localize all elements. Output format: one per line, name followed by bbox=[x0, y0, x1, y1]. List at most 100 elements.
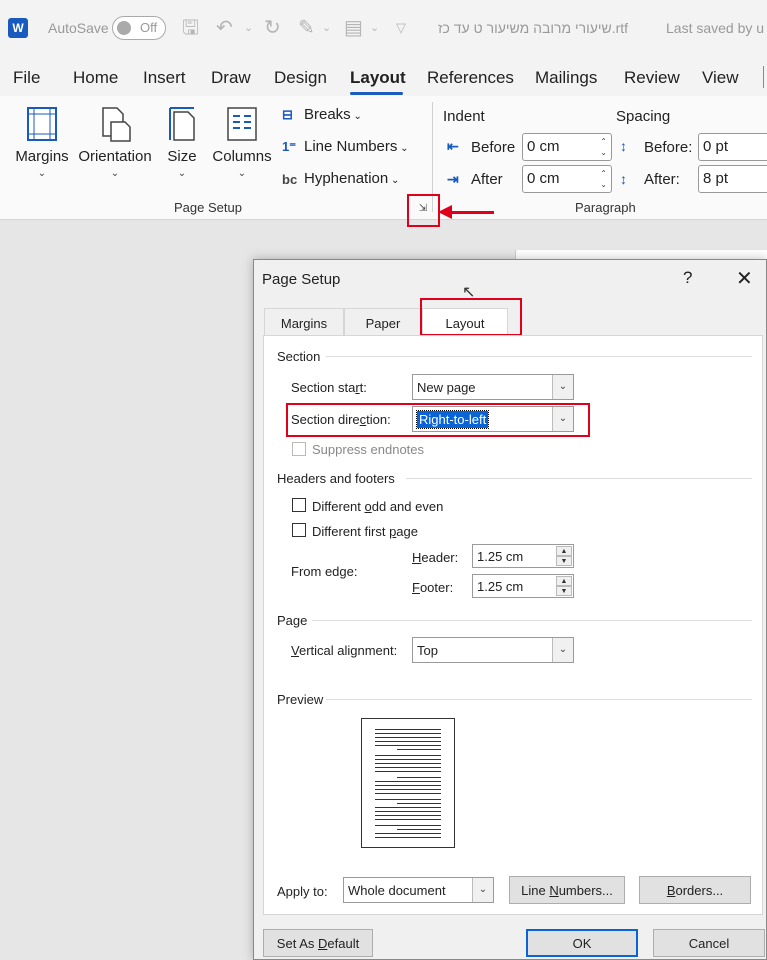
spin-up-icon[interactable]: ⌃ bbox=[600, 137, 607, 146]
help-icon[interactable]: ? bbox=[683, 268, 692, 288]
preview-line bbox=[375, 745, 441, 746]
orientation-icon bbox=[102, 107, 131, 142]
chevron-down-icon[interactable]: ⌄ bbox=[552, 638, 573, 662]
spin-down-icon[interactable]: ▼ bbox=[556, 556, 572, 566]
columns-button[interactable]: Columns ⌄ bbox=[212, 96, 272, 191]
undo-dropdown-icon[interactable]: ⌄ bbox=[244, 14, 253, 42]
indent-before-value: 0 cm bbox=[527, 138, 560, 155]
page-divider bbox=[312, 620, 752, 621]
word-logo-icon: W bbox=[8, 18, 28, 38]
redo-icon[interactable]: ↻ bbox=[264, 14, 281, 42]
size-icon bbox=[169, 107, 195, 141]
section-start-select[interactable]: New page ⌄ bbox=[412, 374, 574, 400]
preview-line bbox=[397, 803, 441, 804]
touch-dropdown-icon[interactable]: ⌄ bbox=[370, 14, 379, 42]
preview-line bbox=[375, 833, 441, 834]
preview-page bbox=[361, 718, 455, 848]
footer-distance-input[interactable]: 1.25 cm ▲ ▼ bbox=[472, 574, 574, 598]
preview-line bbox=[375, 785, 441, 786]
autosave-toggle[interactable]: Off bbox=[112, 16, 166, 40]
spacing-before-value: 0 pt bbox=[703, 138, 729, 155]
vertical-alignment-value: Top bbox=[417, 643, 438, 658]
line-numbers-button[interactable]: 1⁼ Line Numbers ⌄ bbox=[282, 138, 409, 162]
indent-after-icon: ⇥ bbox=[447, 171, 459, 187]
vertical-alignment-select[interactable]: Top ⌄ bbox=[412, 637, 574, 663]
spacing-before-label: Before: bbox=[644, 139, 693, 156]
indent-after-value: 0 cm bbox=[527, 170, 560, 187]
indent-after-input[interactable]: 0 cm ⌃ ⌄ bbox=[522, 165, 612, 193]
apply-to-select[interactable]: Whole document ⌄ bbox=[343, 877, 494, 903]
tab-view[interactable]: View bbox=[702, 68, 739, 88]
tab-layout[interactable]: Layout bbox=[350, 68, 406, 88]
format-dropdown-icon[interactable]: ⌄ bbox=[322, 14, 331, 42]
toggle-knob bbox=[117, 21, 131, 35]
format-painter-icon[interactable]: ✎ bbox=[298, 14, 315, 42]
spacing-before-input[interactable]: 0 pt bbox=[698, 133, 767, 161]
tab-design[interactable]: Design bbox=[274, 68, 327, 88]
spacing-after-input[interactable]: 8 pt bbox=[698, 165, 767, 193]
chevron-down-icon[interactable]: ⌄ bbox=[552, 375, 573, 399]
spin-down-icon[interactable]: ▼ bbox=[556, 586, 572, 596]
odd-even-checkbox[interactable] bbox=[292, 498, 306, 512]
preview-line bbox=[397, 749, 441, 750]
spin-down-icon[interactable]: ⌄ bbox=[600, 180, 607, 189]
preview-line bbox=[397, 777, 441, 778]
orientation-button[interactable]: Orientation ⌄ bbox=[76, 96, 154, 191]
spacing-title: Spacing bbox=[616, 108, 671, 125]
preview-line bbox=[375, 825, 441, 826]
headers-footers-divider bbox=[406, 478, 752, 479]
preview-line bbox=[375, 763, 441, 764]
chevron-down-icon[interactable]: ⌄ bbox=[472, 878, 493, 902]
preview-line bbox=[375, 837, 441, 838]
tab-draw[interactable]: Draw bbox=[211, 68, 251, 88]
chevron-down-icon: ⌄ bbox=[177, 168, 187, 179]
borders-button[interactable]: Borders... bbox=[639, 876, 751, 904]
preview-line bbox=[375, 811, 441, 812]
tab-file[interactable]: File bbox=[13, 68, 40, 88]
header-distance-input[interactable]: 1.25 cm ▲ ▼ bbox=[472, 544, 574, 568]
preview-line bbox=[375, 733, 441, 734]
close-icon[interactable]: ✕ bbox=[736, 266, 753, 291]
ok-button[interactable]: OK bbox=[526, 929, 638, 957]
ribbon: Margins ⌄ Orientation ⌄ Size ⌄ Columns ⌄… bbox=[0, 96, 767, 220]
save-icon[interactable]: 🖫 bbox=[182, 14, 199, 42]
tab-mailings[interactable]: Mailings bbox=[535, 68, 597, 88]
header-label: Header: bbox=[412, 550, 459, 565]
line-numbers-label: Line Numbers bbox=[304, 138, 398, 155]
preview-line bbox=[375, 729, 441, 730]
headers-footers-heading: Headers and footers bbox=[277, 471, 395, 486]
tab-insert[interactable]: Insert bbox=[143, 68, 186, 88]
tab-review[interactable]: Review bbox=[624, 68, 680, 88]
layout-panel: Section Section start: New page ⌄ Sectio… bbox=[263, 335, 763, 915]
dialog-tab-paper[interactable]: Paper bbox=[344, 308, 422, 336]
cancel-button[interactable]: Cancel bbox=[653, 929, 765, 957]
margins-label: Margins bbox=[15, 148, 69, 165]
margins-button[interactable]: Margins ⌄ bbox=[12, 96, 72, 191]
size-label: Size bbox=[167, 148, 197, 165]
size-button[interactable]: Size ⌄ bbox=[160, 96, 204, 191]
section-divider bbox=[326, 356, 752, 357]
indent-after-label: After bbox=[471, 171, 503, 188]
line-numbers-dialog-button[interactable]: Line Numbers... bbox=[509, 876, 625, 904]
first-page-checkbox[interactable] bbox=[292, 523, 306, 537]
section-heading: Section bbox=[277, 349, 321, 364]
spin-down-icon[interactable]: ⌄ bbox=[600, 148, 607, 157]
customize-icon[interactable]: ▽ bbox=[396, 14, 406, 42]
suppress-endnotes-checkbox[interactable] bbox=[292, 442, 306, 456]
header-distance-value: 1.25 cm bbox=[477, 549, 524, 564]
spin-up-icon[interactable]: ▲ bbox=[556, 546, 572, 556]
active-tab-indicator bbox=[350, 92, 403, 95]
indent-before-input[interactable]: 0 cm ⌃ ⌄ bbox=[522, 133, 612, 161]
tab-references[interactable]: References bbox=[427, 68, 514, 88]
page-setup-group-label: Page Setup bbox=[174, 200, 242, 215]
breaks-button[interactable]: ⊟ Breaks ⌄ bbox=[282, 106, 362, 130]
touch-mode-icon[interactable]: ▤ bbox=[344, 14, 363, 42]
tab-home[interactable]: Home bbox=[73, 68, 118, 88]
undo-icon[interactable]: ↶ bbox=[216, 14, 233, 42]
spin-up-icon[interactable]: ⌃ bbox=[600, 169, 607, 178]
dialog-tab-margins[interactable]: Margins bbox=[264, 308, 344, 336]
spin-up-icon[interactable]: ▲ bbox=[556, 576, 572, 586]
set-as-default-button[interactable]: Set As Default bbox=[263, 929, 373, 957]
line-numbers-icon: 1⁼ bbox=[282, 139, 297, 155]
hyphenation-button[interactable]: bc Hyphenation ⌄ bbox=[282, 170, 399, 194]
